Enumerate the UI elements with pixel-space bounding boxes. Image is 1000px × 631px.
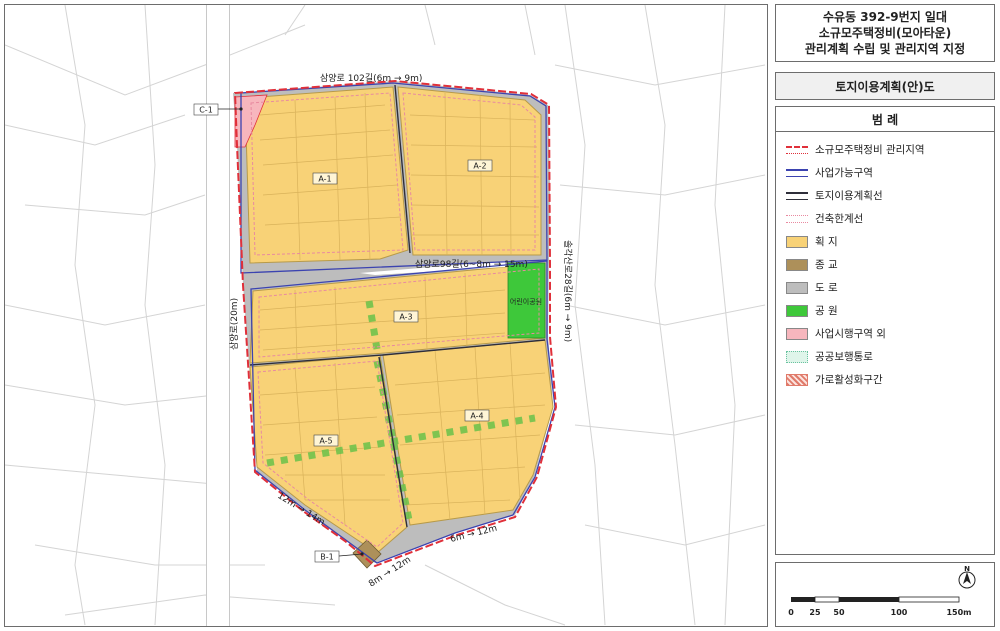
legend-swatch-fill [786, 258, 808, 271]
legend-label: 도 로 [815, 282, 838, 294]
legend-swatch-line-blue [786, 168, 808, 177]
legend-label: 사업시행구역 외 [815, 328, 886, 340]
road-label-east: 솔각산로28길(6m → 9m) [562, 240, 574, 342]
legend-label: 공 원 [815, 305, 838, 317]
subtitle-panel: 토지이용계획(안)도 [775, 72, 995, 100]
north-arrow-icon: N [958, 565, 976, 589]
scale-tick-50: 50 [833, 608, 845, 617]
legend-item: 종 교 [786, 253, 994, 276]
block-label-a2: A-2 [473, 162, 486, 171]
title-panel: 수유동 392-9번지 일대 소규모주택정비(모아타운) 관리계획 수립 및 관… [775, 4, 995, 62]
legend-label: 토지이용계획선 [815, 190, 883, 202]
legend-item: 토지이용계획선 [786, 184, 994, 207]
legend-list: 소규모주택정비 관리지역사업가능구역토지이용계획선건축한계선획 지종 교도 로공… [776, 132, 994, 391]
legend-item: 사업가능구역 [786, 161, 994, 184]
legend-panel: 범 례 소규모주택정비 관리지역사업가능구역토지이용계획선건축한계선획 지종 교… [775, 106, 995, 555]
legend-swatch-fill [786, 327, 808, 340]
legend-item: 가로활성화구간 [786, 368, 994, 391]
block-label-a1: A-1 [318, 175, 331, 184]
legend-label: 사업가능구역 [815, 167, 873, 179]
legend-label: 가로활성화구간 [815, 374, 883, 386]
scale-tick-0: 0 [788, 608, 794, 617]
title-line-3: 관리계획 수립 및 관리지역 지정 [804, 42, 966, 56]
legend-swatch-boundary-red-dash [786, 145, 808, 154]
legend-label: 건축한계선 [815, 213, 864, 225]
legend-header: 범 례 [776, 107, 994, 132]
legend-item: 공 원 [786, 299, 994, 322]
block-label-a4: A-4 [470, 412, 483, 421]
scale-tick-100: 100 [891, 608, 908, 617]
legend-item: 공공보행통로 [786, 345, 994, 368]
legend-swatch-fill-dot [786, 350, 808, 363]
legend-label: 획 지 [815, 236, 838, 248]
scale-bar: N 0 25 50 100 150m [788, 565, 976, 617]
scale-tick-25: 25 [809, 608, 821, 617]
map-canvas: 어린이공원 A-1 A-2 A-3 A-4 A-5 B-1 C-1 삼양로 10… [5, 5, 766, 626]
legend-label: 공공보행통로 [815, 351, 873, 363]
legend-swatch-line-pink-dot [786, 214, 808, 223]
title-line-2: 소규모주택정비(모아타운) [818, 26, 952, 40]
block-label-a3: A-3 [399, 313, 412, 322]
road-label-middle: 삼양로98길(6~8m → 15m) [415, 259, 528, 270]
legend-swatch-line-dark [786, 191, 808, 200]
land-use-map[interactable]: 어린이공원 A-1 A-2 A-3 A-4 A-5 B-1 C-1 삼양로 10… [4, 4, 768, 627]
legend-swatch-fill [786, 304, 808, 317]
park-label: 어린이공원 [510, 297, 542, 306]
scale-panel: N 0 25 50 100 150m [775, 562, 995, 627]
block-label-b1: B-1 [320, 553, 333, 562]
legend-swatch-fill [786, 235, 808, 248]
legend-swatch-hatch [786, 373, 808, 386]
scale-tick-150: 150m [946, 608, 971, 617]
legend-label: 소규모주택정비 관리지역 [815, 144, 925, 156]
road-label-north: 삼양로 102길(6m → 9m) [320, 73, 422, 84]
legend-item: 도 로 [786, 276, 994, 299]
map-subtitle: 토지이용계획(안)도 [835, 79, 935, 94]
block-label-a5: A-5 [319, 437, 332, 446]
title-line-1: 수유동 392-9번지 일대 [822, 10, 947, 24]
block-a4[interactable] [382, 339, 554, 526]
road-label-west: 삼양로(20m) [229, 298, 240, 350]
legend-item: 사업시행구역 외 [786, 322, 994, 345]
north-label: N [964, 565, 970, 573]
scale-ruler [791, 596, 960, 603]
legend-item: 소규모주택정비 관리지역 [786, 138, 994, 161]
legend-item: 건축한계선 [786, 207, 994, 230]
legend-label: 종 교 [815, 259, 838, 271]
legend-item: 획 지 [786, 230, 994, 253]
legend-swatch-fill [786, 281, 808, 294]
block-label-c1: C-1 [199, 106, 213, 115]
